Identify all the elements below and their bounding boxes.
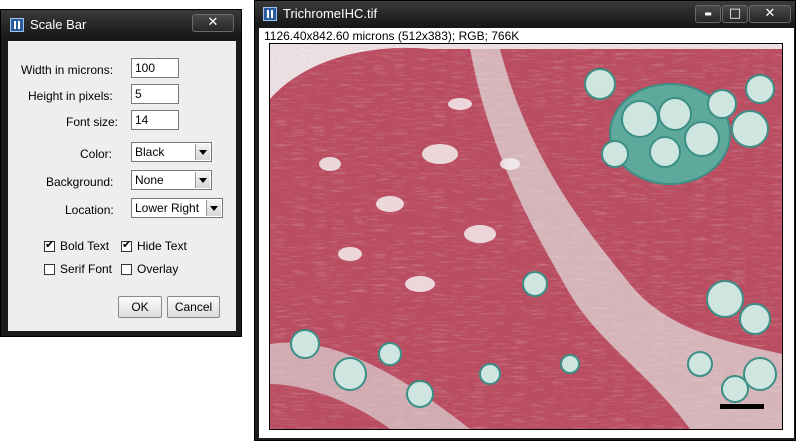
checkmark-icon: ✔ (45, 238, 55, 251)
scale-bar-dialog: Scale Bar ✕ Width in microns: Height in … (0, 9, 242, 337)
minimize-button[interactable]: ▬ (695, 5, 721, 23)
background-select-value: None (135, 173, 164, 187)
image-window-titlebar[interactable]: TrichromeIHC.tif ▬ □ ✕ (255, 1, 795, 28)
image-info-text: 1126.40x842.60 microns (512x383); RGB; 7… (264, 29, 520, 43)
dialog-title: Scale Bar (30, 17, 87, 32)
overlay-checkbox[interactable]: ✔ (121, 264, 132, 275)
width-input[interactable] (131, 58, 179, 78)
font-size-label: Font size: (66, 115, 119, 129)
checkmark-icon: ✔ (122, 238, 132, 251)
cancel-button[interactable]: Cancel (167, 296, 220, 318)
image-window-close-button[interactable]: ✕ (749, 5, 791, 23)
color-select[interactable]: Black (131, 142, 212, 162)
height-input[interactable] (131, 84, 179, 104)
color-label: Color: (80, 147, 113, 161)
location-select-value: Lower Right (135, 201, 200, 215)
height-label: Height in pixels: (28, 89, 113, 103)
image-canvas[interactable] (269, 43, 783, 430)
location-label: Location: (65, 203, 114, 217)
hide-text-checkbox[interactable]: ✔ (121, 238, 132, 252)
background-label: Background: (46, 175, 114, 189)
ok-button[interactable]: OK (118, 296, 162, 318)
serif-font-label: Serif Font (60, 262, 113, 276)
serif-font-checkbox[interactable]: ✔ (44, 264, 55, 275)
width-label: Width in microns: (21, 63, 114, 77)
chevron-down-icon[interactable] (195, 144, 210, 160)
image-window-title: TrichromeIHC.tif (283, 6, 378, 21)
font-size-input[interactable] (131, 110, 179, 130)
bold-text-checkbox[interactable]: ✔ (44, 238, 55, 252)
dialog-close-button[interactable]: ✕ (192, 14, 234, 32)
bold-text-label: Bold Text (60, 239, 110, 253)
imagej-icon (263, 7, 277, 21)
color-select-value: Black (135, 145, 165, 159)
scale-bar-overlay (720, 404, 764, 409)
chevron-down-icon[interactable] (206, 200, 221, 216)
background-select[interactable]: None (131, 170, 212, 190)
dialog-titlebar[interactable]: Scale Bar ✕ (1, 10, 241, 40)
image-window-body: 1126.40x842.60 microns (512x383); RGB; 7… (259, 28, 794, 438)
dialog-body: Width in microns: Height in pixels: Font… (8, 41, 236, 331)
image-window: TrichromeIHC.tif ▬ □ ✕ 1126.40x842.60 mi… (254, 0, 796, 441)
imagej-icon (10, 18, 24, 32)
overlay-label: Overlay (137, 262, 179, 276)
trichrome-tissue-image (270, 44, 782, 429)
chevron-down-icon[interactable] (195, 172, 210, 188)
maximize-button[interactable]: □ (722, 5, 748, 23)
hide-text-label: Hide Text (137, 239, 187, 253)
location-select[interactable]: Lower Right (131, 198, 223, 218)
